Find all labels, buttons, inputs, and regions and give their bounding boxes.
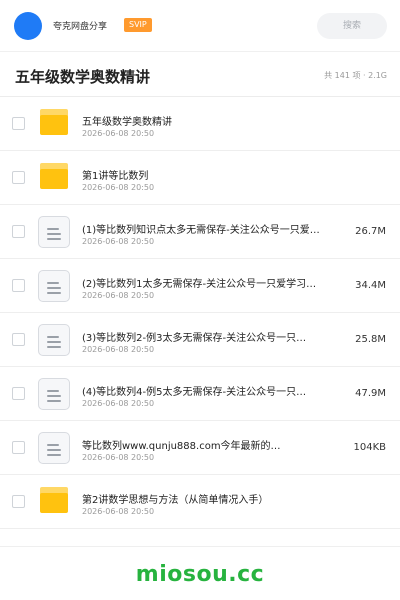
file-date: 2026-06-08 20:50: [82, 399, 155, 408]
file-row[interactable]: (1)等比数列知识点太多无需保存-关注公众号一只爱… 2026-06-08 20:…: [0, 205, 400, 259]
file-row[interactable]: 等比数列www.qunju888.com今年最新的… 2026-06-08 20:…: [0, 421, 400, 475]
document-icon: [38, 432, 70, 464]
file-size: 26.7M: [355, 226, 386, 237]
file-date: 2026-06-08 20:50: [82, 291, 155, 300]
folder-icon: [38, 108, 70, 140]
row-checkbox[interactable]: [12, 171, 25, 184]
folder-icon: [38, 486, 70, 518]
file-row[interactable]: 五年级数学奥数精讲 2026-06-08 20:50: [0, 97, 400, 151]
file-row[interactable]: 第1讲等比数列 2026-06-08 20:50: [0, 151, 400, 205]
svip-badge: SVIP: [124, 18, 152, 32]
search-input[interactable]: 搜索: [317, 13, 387, 39]
file-list: 五年级数学奥数精讲 2026-06-08 20:50 第1讲等比数列 2026-06-…: [0, 97, 400, 529]
file-row[interactable]: (4)等比数列4-例5太多无需保存-关注公众号一只… 2026-06-08 20:…: [0, 367, 400, 421]
file-name[interactable]: (3)等比数列2-例3太多无需保存-关注公众号一只…: [82, 329, 344, 344]
folder-title-bar: 五年级数学奥数精讲 共 141 项 · 2.1G: [0, 52, 400, 97]
file-row[interactable]: (2)等比数列1太多无需保存-关注公众号一只爱学习… 2026-06-08 20:…: [0, 259, 400, 313]
file-name[interactable]: (4)等比数列4-例5太多无需保存-关注公众号一只…: [82, 383, 344, 398]
file-name[interactable]: 等比数列www.qunju888.com今年最新的…: [82, 437, 344, 452]
file-date: 2026-06-08 20:50: [82, 237, 155, 246]
row-checkbox[interactable]: [12, 495, 25, 508]
row-checkbox[interactable]: [12, 387, 25, 400]
row-checkbox[interactable]: [12, 279, 25, 292]
row-checkbox[interactable]: [12, 117, 25, 130]
footer-divider: [0, 546, 400, 547]
file-name[interactable]: (2)等比数列1太多无需保存-关注公众号一只爱学习…: [82, 275, 344, 290]
folder-icon: [38, 162, 70, 194]
file-size: 104KB: [353, 442, 386, 453]
row-checkbox[interactable]: [12, 225, 25, 238]
folder-meta: 共 141 项 · 2.1G: [324, 71, 387, 80]
document-icon: [38, 324, 70, 356]
share-header: 夸克网盘分享 SVIP 搜索: [0, 0, 400, 52]
page-title: 五年级数学奥数精讲: [15, 68, 151, 86]
avatar[interactable]: [14, 12, 42, 40]
file-date: 2026-06-08 20:50: [82, 183, 155, 192]
file-size: 25.8M: [355, 334, 386, 345]
row-checkbox[interactable]: [12, 441, 25, 454]
file-size: 34.4M: [355, 280, 386, 291]
brand-label: 夸克网盘分享: [53, 22, 108, 32]
file-date: 2026-06-08 20:50: [82, 507, 155, 516]
row-checkbox[interactable]: [12, 333, 25, 346]
file-row[interactable]: (3)等比数列2-例3太多无需保存-关注公众号一只… 2026-06-08 20:…: [0, 313, 400, 367]
file-date: 2026-06-08 20:50: [82, 345, 155, 354]
file-name[interactable]: 五年级数学奥数精讲: [82, 113, 344, 128]
file-name[interactable]: 第2讲数学思想与方法（从简单情况入手）: [82, 491, 344, 506]
file-name[interactable]: (1)等比数列知识点太多无需保存-关注公众号一只爱…: [82, 221, 344, 236]
file-date: 2026-06-08 20:50: [82, 453, 155, 462]
document-icon: [38, 216, 70, 248]
file-row[interactable]: 第2讲数学思想与方法（从简单情况入手） 2026-06-08 20:50: [0, 475, 400, 529]
file-size: 47.9M: [355, 388, 386, 399]
document-icon: [38, 378, 70, 410]
file-date: 2026-06-08 20:50: [82, 129, 155, 138]
watermark: miosou.cc: [135, 562, 265, 587]
file-name[interactable]: 第1讲等比数列: [82, 167, 344, 182]
document-icon: [38, 270, 70, 302]
